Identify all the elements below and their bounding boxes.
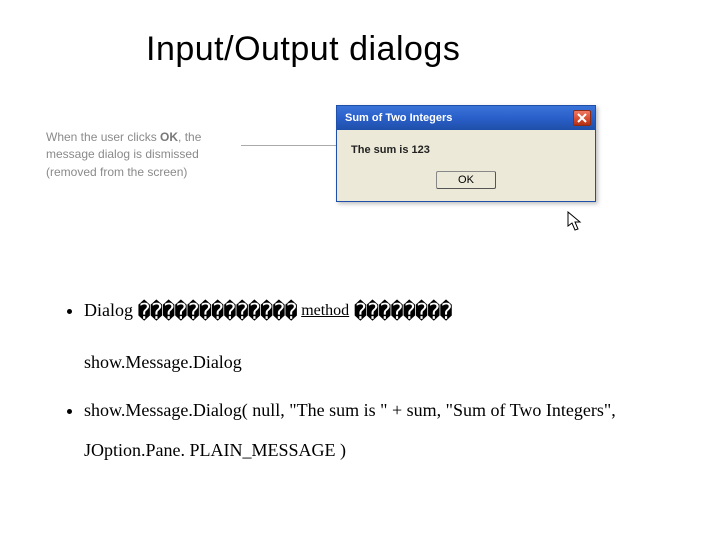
ok-button[interactable]: OK xyxy=(436,171,496,189)
dialog-message: The sum is 123 xyxy=(351,144,581,156)
callout-line1-post: , the xyxy=(178,130,201,144)
dialog-titlebar[interactable]: Sum of Two Integers xyxy=(337,106,595,130)
close-button[interactable] xyxy=(573,110,591,126)
bullet-1-boxes-2: �������� xyxy=(354,300,452,325)
callout-text: When the user clicks OK, the message dia… xyxy=(46,129,236,181)
callout-line1-pre: When the user clicks xyxy=(46,130,160,144)
bullet-list: Dialog ������������� method �������� sho… xyxy=(36,289,684,470)
dialog-body: The sum is 123 xyxy=(337,130,595,164)
dialog-window-title: Sum of Two Integers xyxy=(345,112,573,124)
bullet-1-method-word: method xyxy=(301,302,349,319)
close-icon xyxy=(577,113,587,123)
bullet-1-boxes-1: ������������� xyxy=(138,300,297,325)
message-dialog-window: Sum of Two Integers The sum is 123 OK xyxy=(336,105,596,202)
bullet-2: show.Message.Dialog( null, "The sum is "… xyxy=(84,391,684,470)
callout-ok-word: OK xyxy=(160,130,178,144)
slide-title: Input/Output dialogs xyxy=(146,30,684,69)
slide: Input/Output dialogs When the user click… xyxy=(0,0,720,540)
dialog-button-row: OK xyxy=(337,164,595,201)
bullet-1: Dialog ������������� method �������� sho… xyxy=(84,289,684,383)
callout-line3: (removed from the screen) xyxy=(46,165,187,179)
bullet-1-hang: show.Message.Dialog xyxy=(84,343,684,383)
bullet-1-prefix: Dialog xyxy=(84,300,138,320)
callout-line2: message dialog is dismissed xyxy=(46,147,199,161)
figure-area: When the user clicks OK, the message dia… xyxy=(36,105,676,255)
cursor-icon xyxy=(566,211,584,238)
bullet-2-text: show.Message.Dialog( null, "The sum is "… xyxy=(84,400,616,460)
